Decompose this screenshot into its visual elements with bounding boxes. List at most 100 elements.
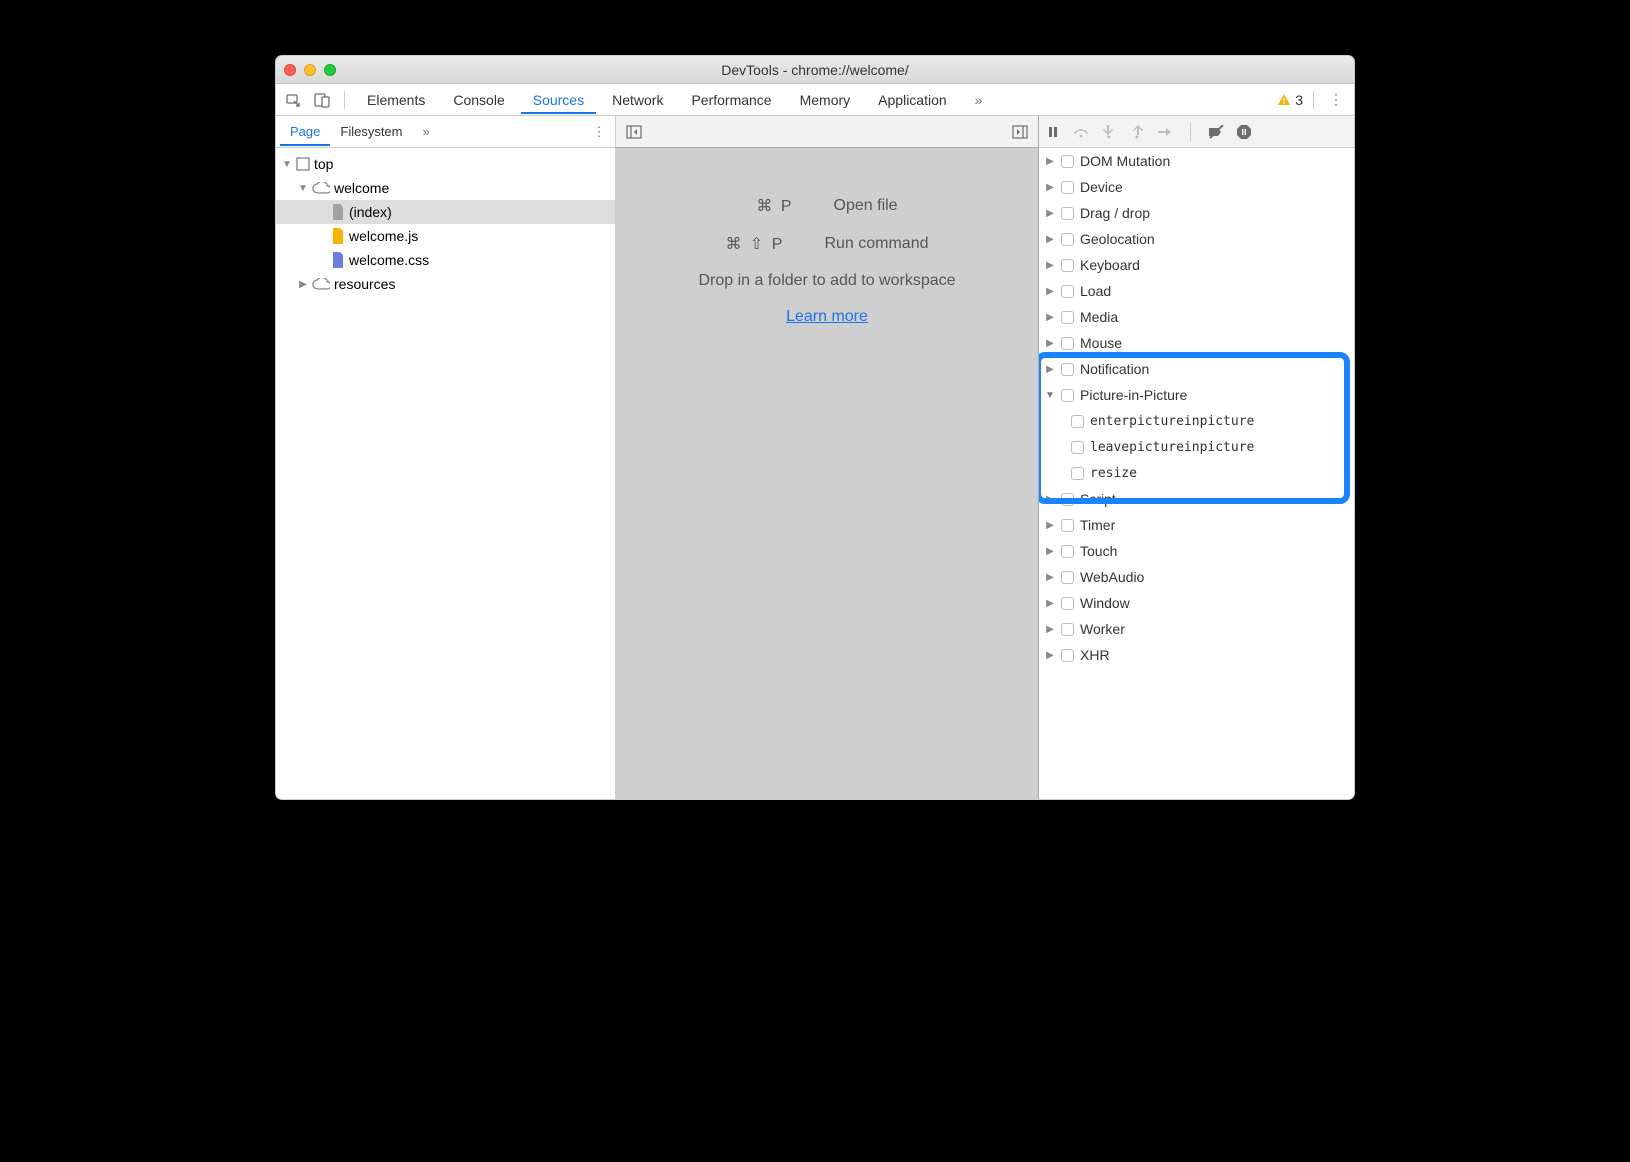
disclosure-triangle-icon[interactable] [1045, 234, 1055, 245]
tree-origin-welcome[interactable]: welcome [276, 176, 615, 200]
breakpoint-category[interactable]: Worker [1039, 616, 1354, 642]
checkbox[interactable] [1061, 389, 1074, 402]
disclosure-triangle-icon[interactable] [1045, 182, 1055, 193]
breakpoint-category[interactable]: Drag / drop [1039, 200, 1354, 226]
tab-application[interactable]: Application [866, 86, 959, 114]
step-into-icon[interactable] [1100, 123, 1118, 141]
editor-tabbar [616, 116, 1038, 148]
checkbox[interactable] [1061, 363, 1074, 376]
warning-badge[interactable]: 3 [1277, 92, 1303, 108]
breakpoint-event[interactable]: resize [1039, 460, 1354, 486]
checkbox[interactable] [1061, 545, 1074, 558]
disclosure-triangle-icon[interactable] [1045, 520, 1055, 531]
navigator-tabs-overflow[interactable]: » [413, 117, 440, 146]
tab-sources[interactable]: Sources [521, 86, 596, 114]
disclosure-triangle-icon[interactable] [1045, 338, 1055, 349]
breakpoint-category[interactable]: XHR [1039, 642, 1354, 668]
breakpoint-category[interactable]: Window [1039, 590, 1354, 616]
disclosure-triangle-icon[interactable] [1045, 546, 1055, 557]
open-file-label: Open file [834, 197, 898, 215]
checkbox[interactable] [1061, 519, 1074, 532]
tree-label: welcome.js [349, 228, 418, 244]
disclosure-triangle-icon[interactable] [1045, 260, 1055, 271]
disclosure-triangle-icon[interactable] [1045, 598, 1055, 609]
step-over-icon[interactable] [1072, 123, 1090, 141]
breakpoint-category[interactable]: Media [1039, 304, 1354, 330]
navigator-tab-page[interactable]: Page [280, 117, 330, 146]
checkbox[interactable] [1061, 597, 1074, 610]
breakpoint-category[interactable]: WebAudio [1039, 564, 1354, 590]
checkbox[interactable] [1061, 649, 1074, 662]
breakpoint-event[interactable]: leavepictureinpicture [1039, 434, 1354, 460]
devtools-menu-icon[interactable]: ⋮ [1324, 91, 1348, 108]
disclosure-triangle-icon[interactable] [1045, 312, 1055, 323]
checkbox[interactable] [1061, 181, 1074, 194]
breakpoint-category[interactable]: Touch [1039, 538, 1354, 564]
breakpoint-category[interactable]: Timer [1039, 512, 1354, 538]
disclosure-triangle-icon[interactable] [298, 183, 308, 194]
disclosure-triangle-icon[interactable] [1045, 156, 1055, 167]
tab-performance[interactable]: Performance [679, 86, 783, 114]
checkbox[interactable] [1061, 155, 1074, 168]
breakpoint-category[interactable]: Keyboard [1039, 252, 1354, 278]
checkbox[interactable] [1061, 311, 1074, 324]
disclosure-triangle-icon[interactable] [1045, 494, 1055, 505]
breakpoint-category[interactable]: DOM Mutation [1039, 148, 1354, 174]
navigator-menu-icon[interactable]: ⋮ [587, 124, 611, 140]
disclosure-triangle-icon[interactable] [1045, 572, 1055, 583]
navigator-pane: Page Filesystem » ⋮ top welcome [276, 116, 616, 799]
tabs-overflow[interactable]: » [963, 86, 995, 114]
checkbox[interactable] [1061, 493, 1074, 506]
window-maximize-button[interactable] [324, 64, 336, 76]
tab-memory[interactable]: Memory [788, 86, 863, 114]
breakpoint-category[interactable]: Device [1039, 174, 1354, 200]
disclosure-triangle-icon[interactable] [1045, 650, 1055, 661]
window-close-button[interactable] [284, 64, 296, 76]
checkbox[interactable] [1071, 415, 1084, 428]
breakpoint-label: Worker [1080, 621, 1125, 637]
breakpoint-category[interactable]: Load [1039, 278, 1354, 304]
tree-origin-resources[interactable]: resources [276, 272, 615, 296]
device-toolbar-icon[interactable] [310, 88, 334, 112]
navigator-tab-filesystem[interactable]: Filesystem [330, 117, 412, 146]
checkbox[interactable] [1061, 623, 1074, 636]
disclosure-triangle-icon[interactable] [1045, 390, 1055, 401]
disclosure-triangle-icon[interactable] [298, 279, 308, 290]
checkbox[interactable] [1061, 259, 1074, 272]
step-out-icon[interactable] [1128, 123, 1146, 141]
tree-top-frame[interactable]: top [276, 152, 615, 176]
checkbox[interactable] [1061, 571, 1074, 584]
pause-icon[interactable] [1044, 123, 1062, 141]
pause-on-exceptions-icon[interactable] [1235, 123, 1253, 141]
disclosure-triangle-icon[interactable] [1045, 208, 1055, 219]
tab-elements[interactable]: Elements [355, 86, 437, 114]
breakpoint-event[interactable]: enterpictureinpicture [1039, 408, 1354, 434]
breakpoint-category[interactable]: Notification [1039, 356, 1354, 382]
checkbox[interactable] [1071, 467, 1084, 480]
deactivate-breakpoints-icon[interactable] [1207, 123, 1225, 141]
checkbox[interactable] [1061, 285, 1074, 298]
show-navigator-icon[interactable] [622, 120, 646, 144]
tree-file-welcome-js[interactable]: welcome.js [276, 224, 615, 248]
show-debugger-icon[interactable] [1008, 120, 1032, 144]
inspect-element-icon[interactable] [282, 88, 306, 112]
tree-file-welcome-css[interactable]: welcome.css [276, 248, 615, 272]
tree-file-index[interactable]: (index) [276, 200, 615, 224]
disclosure-triangle-icon[interactable] [1045, 286, 1055, 297]
tab-console[interactable]: Console [441, 86, 516, 114]
checkbox[interactable] [1061, 207, 1074, 220]
step-icon[interactable] [1156, 123, 1174, 141]
breakpoint-category[interactable]: Mouse [1039, 330, 1354, 356]
checkbox[interactable] [1071, 441, 1084, 454]
disclosure-triangle-icon[interactable] [282, 159, 292, 170]
learn-more-link[interactable]: Learn more [786, 308, 868, 326]
tab-network[interactable]: Network [600, 86, 675, 114]
disclosure-triangle-icon[interactable] [1045, 364, 1055, 375]
breakpoint-category[interactable]: Geolocation [1039, 226, 1354, 252]
breakpoint-category[interactable]: Script [1039, 486, 1354, 512]
breakpoint-category[interactable]: Picture-in-Picture [1039, 382, 1354, 408]
checkbox[interactable] [1061, 233, 1074, 246]
checkbox[interactable] [1061, 337, 1074, 350]
disclosure-triangle-icon[interactable] [1045, 624, 1055, 635]
window-minimize-button[interactable] [304, 64, 316, 76]
